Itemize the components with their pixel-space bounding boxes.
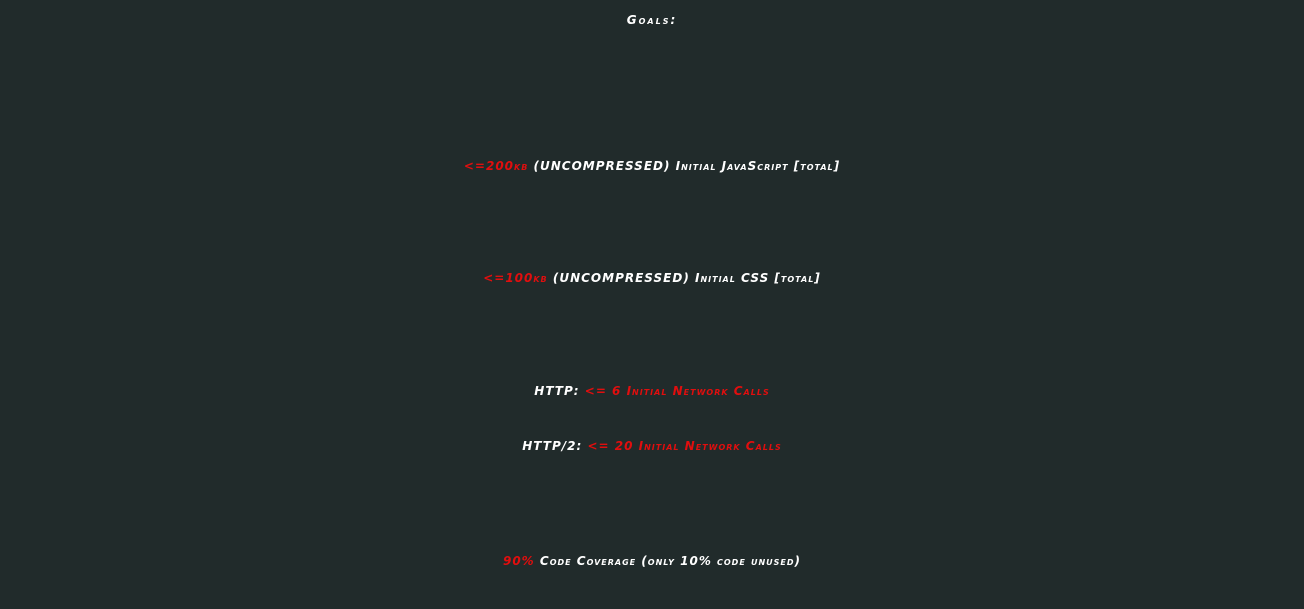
goal-code-coverage: 90% Code Coverage (only 10% code unused): [0, 555, 1304, 567]
goal-http2-calls: HTTP/2: <= 20 Initial Network Calls: [0, 440, 1304, 452]
goal-javascript-size: <=200kb (UNCOMPRESSED) Initial JavaScrip…: [0, 160, 1304, 172]
slide-title: Goals:: [626, 13, 678, 27]
goal-css-limit: <=100kb: [483, 271, 548, 285]
goal-javascript-text: (UNCOMPRESSED) Initial JavaScript [total…: [528, 159, 841, 173]
goal-http2-label: HTTP/2:: [522, 439, 588, 453]
slide: Goals: <=200kb (UNCOMPRESSED) Initial Ja…: [0, 0, 1304, 609]
goal-coverage-percent: 90%: [502, 554, 535, 568]
goal-http1-label: HTTP:: [534, 384, 585, 398]
goal-css-text: (UNCOMPRESSED) Initial CSS [total]: [547, 271, 821, 285]
goal-coverage-text: Code Coverage (only 10% code unused): [534, 554, 802, 568]
goal-css-size: <=100kb (UNCOMPRESSED) Initial CSS [tota…: [0, 272, 1304, 284]
goal-http1-calls: HTTP: <= 6 Initial Network Calls: [0, 385, 1304, 397]
goal-javascript-limit: <=200kb: [463, 159, 529, 173]
goal-http2-limit: <= 20 Initial Network Calls: [587, 439, 782, 453]
goal-http1-limit: <= 6 Initial Network Calls: [584, 384, 770, 398]
